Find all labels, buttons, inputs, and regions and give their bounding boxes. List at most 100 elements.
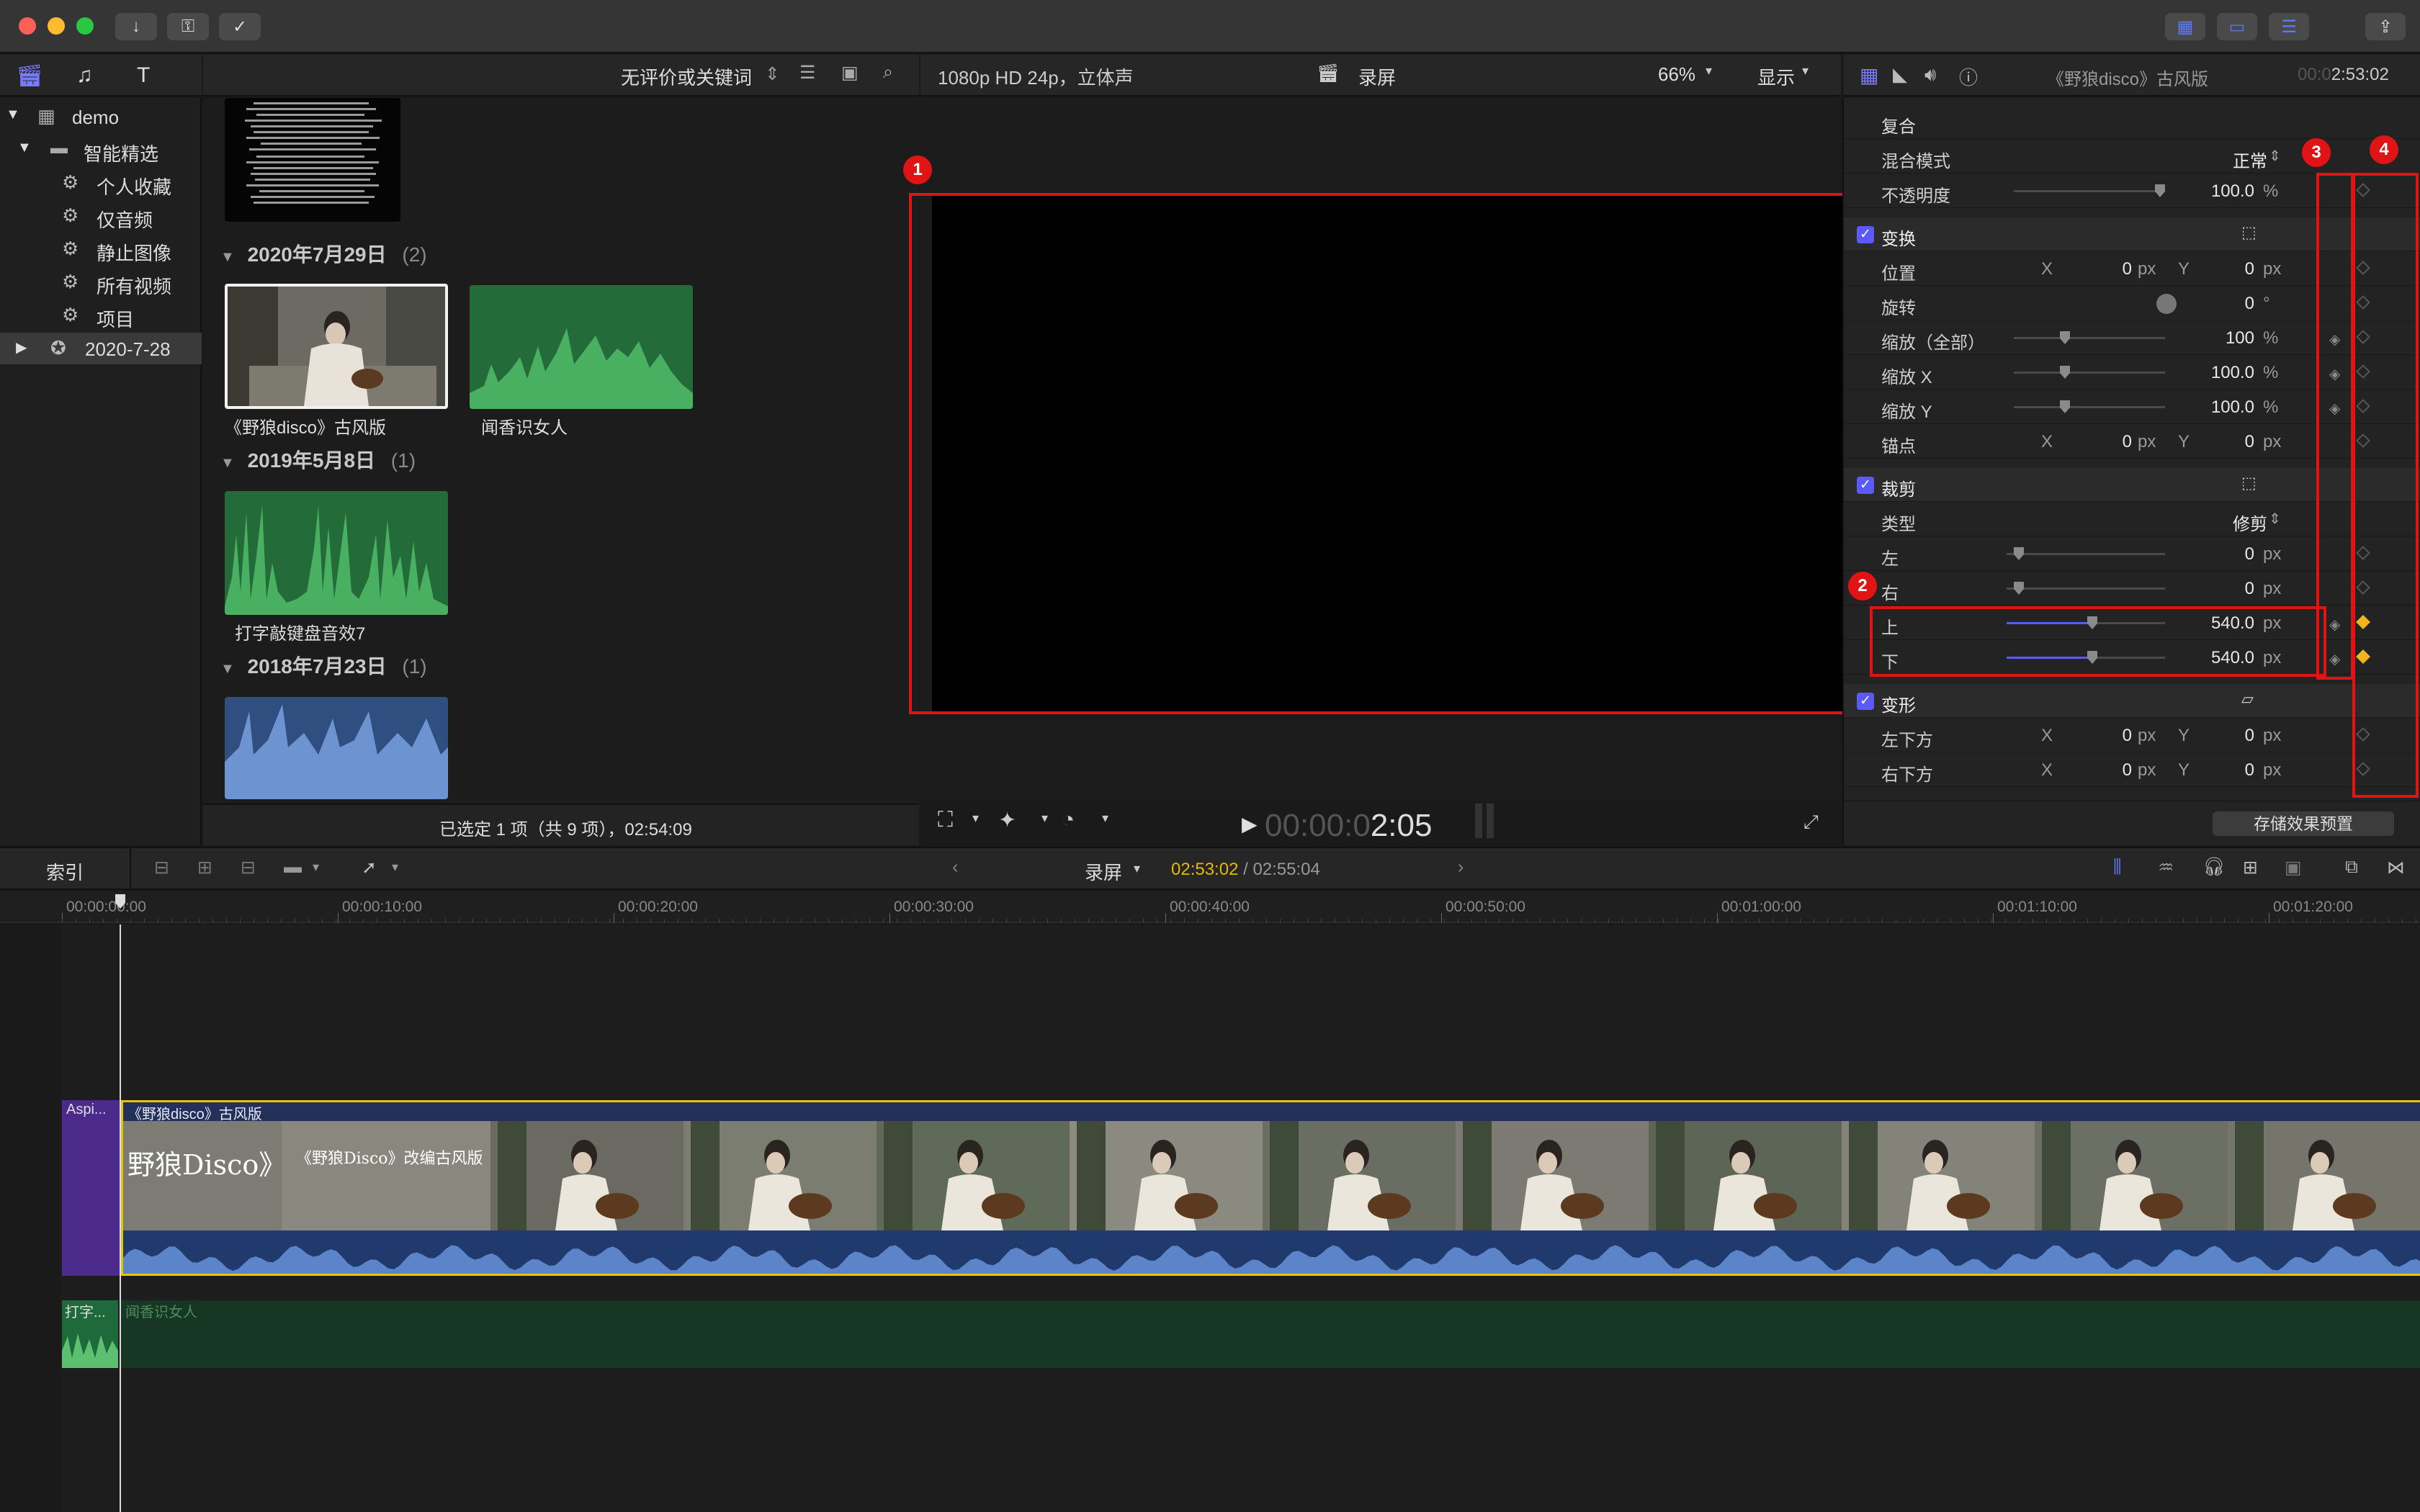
audio-clip-thumbnail[interactable] <box>225 697 448 799</box>
disclosure-open-icon[interactable]: ▼ <box>6 107 20 123</box>
select-tool-icon[interactable]: ➚ <box>362 857 377 878</box>
video-tab-icon[interactable]: ▦ <box>1860 63 1878 87</box>
library-item-stills[interactable]: ⚙ 静止图像 <box>0 233 202 265</box>
clip-appearance-icon[interactable]: ☰ <box>799 62 815 84</box>
browser-layout-button[interactable]: ▦ <box>2165 13 2205 40</box>
crop-left-slider[interactable] <box>2007 547 2165 560</box>
audio-clip[interactable]: 闻香识女人 <box>121 1300 2420 1368</box>
distort-enable-checkbox[interactable]: ✓ <box>1857 693 1874 710</box>
distort-onscreen-icon[interactable]: ▱ <box>2241 690 2254 708</box>
crop-right-field[interactable]: 0 <box>2182 579 2254 599</box>
disclosure-open-icon[interactable]: ▼ <box>220 455 235 471</box>
bottom-left-x-field[interactable]: 0 <box>2060 726 2132 746</box>
color-tab-icon[interactable]: ◣ <box>1893 63 1907 86</box>
import-button[interactable]: ↓ <box>115 13 157 40</box>
fullscreen-icon[interactable]: ⤢ <box>1803 811 1819 834</box>
anchor-y-field[interactable]: 0 <box>2182 432 2254 452</box>
crop-onscreen-icon[interactable]: ⬚ <box>2241 474 2257 492</box>
crop-enable-checkbox[interactable]: ✓ <box>1857 477 1874 494</box>
rotation-dial[interactable] <box>2156 294 2177 314</box>
bottom-left-y-field[interactable]: 0 <box>2182 726 2254 746</box>
background-tasks-button[interactable]: ✓ <box>219 13 261 40</box>
scale-x-slider[interactable] <box>2014 366 2165 379</box>
slider-knob[interactable] <box>2060 400 2070 413</box>
bottom-right-x-field[interactable]: 0 <box>2060 760 2132 780</box>
connect-clip-icon[interactable]: ⊟ <box>154 857 169 878</box>
crop-left-field[interactable]: 0 <box>2182 544 2254 564</box>
snapping-icon[interactable]: ⊞ <box>2243 857 2258 878</box>
zoom-popup[interactable]: 66% <box>1658 63 1695 86</box>
clip-appearance-icon[interactable]: ▣ <box>2285 857 2302 878</box>
primary-storyline-clip[interactable]: 《野狼disco》古风版 野狼Disco》 《野狼Disco》改编古风版 <box>121 1100 2420 1276</box>
save-effects-preset-button[interactable]: 存储效果预置 <box>2213 811 2394 836</box>
speed-icon[interactable]: ◔ <box>1062 808 1075 832</box>
position-y-field[interactable]: 0 <box>2182 259 2254 279</box>
slider-knob[interactable] <box>2060 366 2070 379</box>
inspector-toggle-button[interactable]: ☰ <box>2269 13 2309 40</box>
scale-y-slider[interactable] <box>2014 400 2165 413</box>
timeline[interactable]: Aspi... 《野狼disco》古风版 野狼Disco》 《野狼Disco》改… <box>0 924 2420 1512</box>
transform-enable-checkbox[interactable]: ✓ <box>1857 226 1874 243</box>
timeline-layout-button[interactable]: ▭ <box>2217 13 2257 40</box>
library-item-favorites[interactable]: ⚙ 个人收藏 <box>0 167 202 199</box>
credits-clip-thumbnail[interactable] <box>225 98 400 222</box>
event-date-group[interactable]: ▼ 2020年7月29日 (2) <box>220 239 427 268</box>
audio-clip-short[interactable]: 打字... <box>62 1300 118 1368</box>
library-item-all-video[interactable]: ⚙ 所有视频 <box>0 266 202 298</box>
bottom-right-y-field[interactable]: 0 <box>2182 760 2254 780</box>
libraries-icon[interactable]: 🎬︎ <box>16 63 43 89</box>
share-button[interactable]: ⇪ <box>2365 13 2406 40</box>
view-options-popup[interactable]: 显示 <box>1757 63 1795 90</box>
back-icon[interactable]: ‹ <box>952 857 958 878</box>
library-item-event[interactable]: ▶ ✪ 2020-7-28 <box>0 333 202 364</box>
slider-knob[interactable] <box>2155 184 2165 197</box>
connected-clip[interactable]: Aspi... <box>62 1100 121 1276</box>
append-clip-icon[interactable]: ⊟ <box>241 857 256 878</box>
insert-clip-icon[interactable]: ⊞ <box>197 857 212 878</box>
titles-icon[interactable]: T <box>137 63 150 88</box>
clip-thumbnail-selected[interactable] <box>225 284 448 409</box>
timeline-index-button[interactable]: 索引 <box>46 858 84 885</box>
audio-clip-thumbnail[interactable] <box>470 285 693 409</box>
event-date-group[interactable]: ▼ 2018年7月23日 (1) <box>220 651 427 680</box>
disclosure-closed-icon[interactable]: ▶ <box>16 338 27 356</box>
zoom-window-button[interactable] <box>76 17 94 35</box>
opacity-slider[interactable] <box>2014 184 2165 197</box>
keyword-button[interactable]: ⚿ <box>167 13 209 40</box>
library-item-audio-only[interactable]: ⚙ 仅音频 <box>0 200 202 232</box>
minimize-window-button[interactable] <box>48 17 65 35</box>
anchor-x-field[interactable]: 0 <box>2060 432 2132 452</box>
info-tab-icon[interactable]: ⓘ <box>1959 63 1978 90</box>
photos-icon[interactable]: ♫ <box>76 63 93 88</box>
effects-browser-icon[interactable]: ⧉ <box>2345 857 2358 878</box>
timeline-project-name[interactable]: 录屏 <box>1085 858 1122 885</box>
scale-x-field[interactable]: 100.0 <box>2175 363 2254 383</box>
overwrite-clip-icon[interactable]: ▬ <box>284 857 302 878</box>
transitions-browser-icon[interactable]: ⋈ <box>2387 857 2405 878</box>
audio-clip-thumbnail[interactable] <box>225 491 448 615</box>
library-item-projects[interactable]: ⚙ 项目 <box>0 300 202 331</box>
forward-icon[interactable]: › <box>1458 857 1464 878</box>
filter-popup[interactable]: 无评价或关键词 <box>621 63 752 90</box>
disclosure-open-icon[interactable]: ▼ <box>17 140 32 156</box>
scale-y-field[interactable]: 100.0 <box>2175 397 2254 418</box>
rotation-field[interactable]: 0 <box>2182 294 2254 314</box>
scale-all-slider[interactable] <box>2014 331 2165 344</box>
library-item-smart-collections[interactable]: ▼ ▬ 智能精选 <box>0 134 202 166</box>
close-window-button[interactable] <box>19 17 36 35</box>
crop-right-slider[interactable] <box>2007 582 2165 595</box>
crop-tool-icon[interactable]: ⛶ <box>938 808 953 832</box>
position-x-field[interactable]: 0 <box>2060 259 2132 279</box>
playhead[interactable] <box>120 924 121 1512</box>
opacity-field[interactable]: 100.0 <box>2175 181 2254 202</box>
slider-knob[interactable] <box>2014 582 2024 595</box>
transform-onscreen-icon[interactable]: ⬚ <box>2241 223 2257 242</box>
library-item-demo[interactable]: ▼ ▦ demo <box>0 101 202 132</box>
scale-all-field[interactable]: 100 <box>2182 328 2254 348</box>
search-icon[interactable]: ⌕ <box>883 62 893 83</box>
disclosure-open-icon[interactable]: ▼ <box>220 661 235 677</box>
enhance-wand-icon[interactable]: ✦ <box>998 808 1016 833</box>
slider-knob[interactable] <box>2060 331 2070 344</box>
blend-mode-popup[interactable]: 正常 <box>2233 147 2267 172</box>
event-date-group[interactable]: ▼ 2019年5月8日 (1) <box>220 445 416 474</box>
